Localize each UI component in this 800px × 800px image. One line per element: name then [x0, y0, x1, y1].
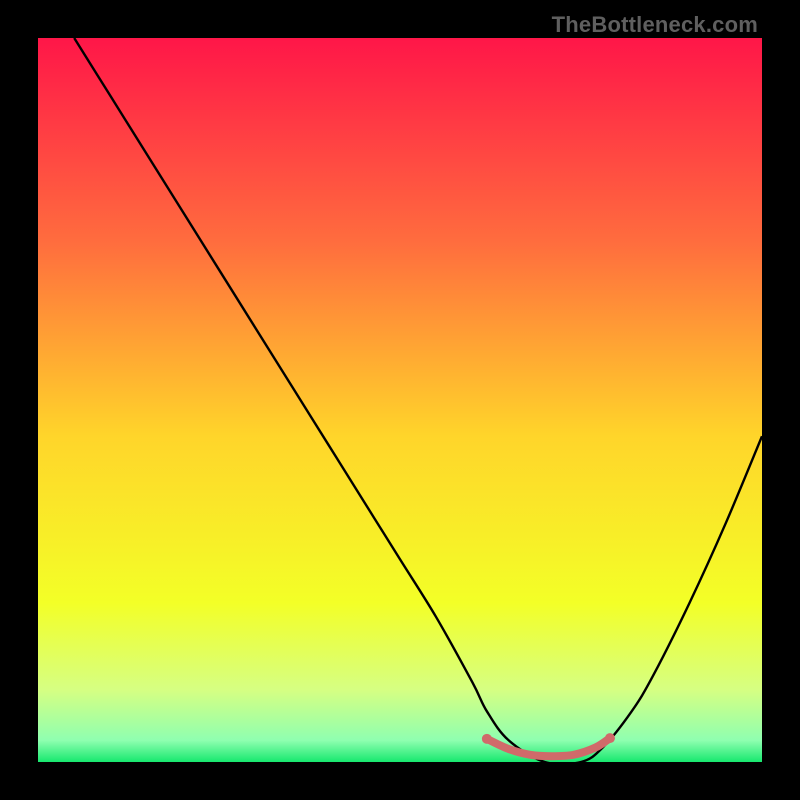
- optimal-range-point: [549, 753, 556, 760]
- optimal-range-point: [527, 751, 534, 758]
- watermark-label: TheBottleneck.com: [552, 12, 758, 38]
- plot-area: [38, 38, 762, 762]
- bottleneck-curve: [74, 38, 762, 762]
- optimal-range-point: [482, 734, 492, 744]
- curve-layer: [38, 38, 762, 762]
- optimal-range-point: [505, 746, 512, 753]
- chart-container: TheBottleneck.com: [0, 0, 800, 800]
- optimal-range-stroke: [487, 738, 610, 756]
- optimal-range-point: [605, 733, 615, 743]
- optimal-range-point: [570, 751, 577, 758]
- optimal-range-point: [592, 744, 599, 751]
